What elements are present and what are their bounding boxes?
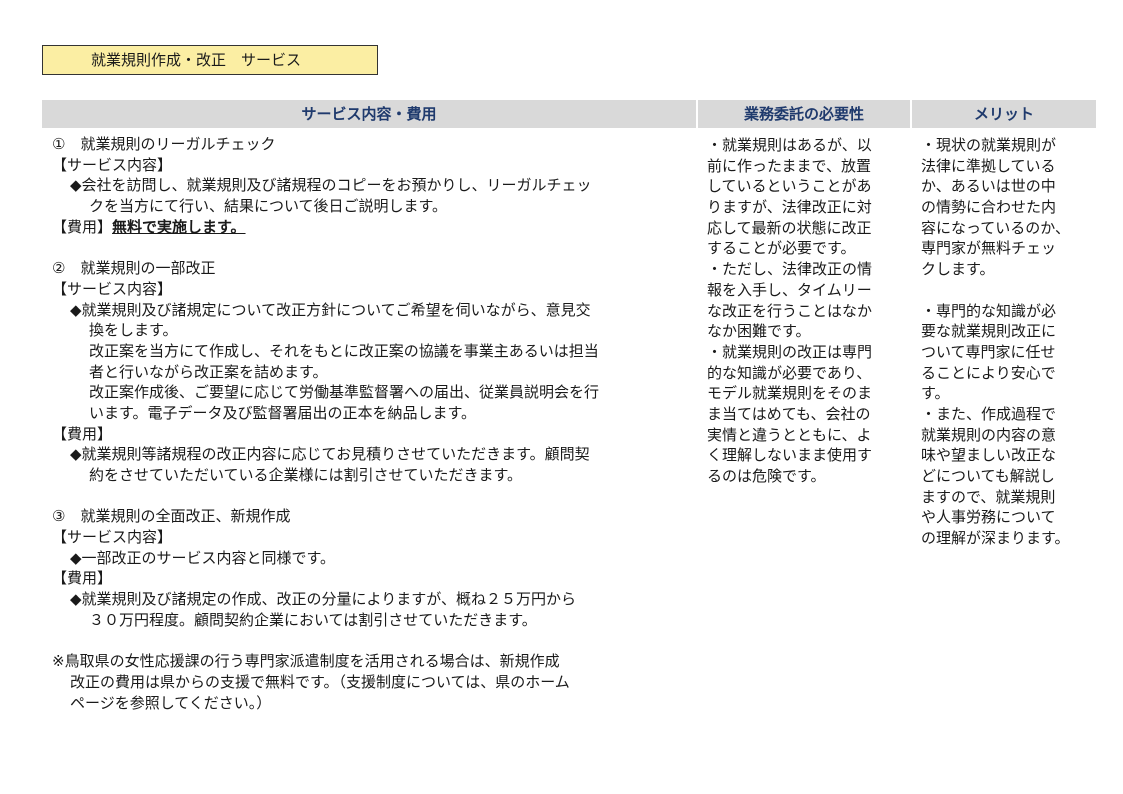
section2-fee-label: 【費用】 [52,424,113,443]
merit-line: す。 [921,384,950,403]
section2-heading: ② 就業規則の一部改正 [52,259,216,278]
section2-content-line: います。電子データ及び監督署届出の正本を納品します。 [89,403,477,422]
necessity-line: 報を入手し、タイムリー [707,280,872,299]
section1-content-label: 【サービス内容】 [52,155,173,174]
note-line: ※鳥取県の女性応援課の行う専門家派遣制度を活用される場合は、新規作成 [52,652,560,671]
merit-line: ることにより安心で [921,363,1056,382]
section3-fee-label: 【費用】 [52,569,113,588]
necessity-line: モデル就業規則をそのま [707,384,873,403]
merit-line: の情勢に合わせた内 [921,198,1057,217]
section2-content-line: 改正案を当方にて作成し、それをもとに改正案の協議を事業主あるいは担当 [89,341,599,360]
section3-content-label: 【サービス内容】 [52,528,173,547]
note-line: 改正の費用は県からの支援で無料です。（支援制度については、県のホーム [70,672,570,691]
section1-fee: 【費用】無料で実施します。 [52,217,692,238]
section2-fee-line: 約をさせていただいている企業様には割引させていただきます。 [89,466,523,484]
necessity-line: 前に作ったままで、放置 [707,156,871,175]
merit-column: ・現状の就業規則が 法律に準拠している か、あるいは世の中 の情勢に合わせた内 … [921,135,1093,549]
section1-content-line: クを当方にて行い、結果について後日ご説明します。 [89,197,448,216]
merit-line: ・専門的な知識が必 [921,301,1057,320]
merit-line: どについても解説し [921,467,1055,485]
section1-heading: ① 就業規則のリーガルチェック [52,135,276,153]
section2-fee-line: ◆就業規則等諸規程の改正内容に応じてお見積りさせていただきます。顧問契 [70,445,590,464]
section2-content-line: ◆就業規則及び諸規定について改正方針についてご希望を伺いながら、意見交 [70,300,591,319]
header-necessity: 業務委託の必要性 [698,100,910,128]
merit-line: の理解が深まります。 [921,529,1070,548]
header-merit: メリット [912,100,1096,128]
merit-line: ついて専門家に任せ [921,342,1056,361]
merit-line: 容になっているのか、 [921,218,1070,237]
section2-content-line: 者と行いながら改正案を詰めます。 [89,362,328,381]
section2-content-line: 改正案作成後、ご要望に応じて労働基準監督署への届出、従業員説明会を行 [89,383,600,402]
necessity-line: ・就業規則はあるが、以 [707,136,872,154]
document-title: 就業規則作成・改正 サービス [42,45,378,75]
necessity-line: しているということがあ [707,177,872,196]
necessity-line: るのは危険です。 [707,467,826,485]
necessity-line: りますが、法律改正に対 [707,198,872,217]
necessity-line: ・就業規則の改正は専門 [707,342,873,361]
necessity-line: 的な知識が必要であり、 [707,363,872,382]
section3-fee-line: ◆就業規則及び諸規定の作成、改正の分量によりますが、概ね２５万円から [70,590,576,609]
necessity-line: 実情と違うとともに、よ [707,425,872,444]
merit-line [921,280,1093,301]
section3-heading: ③ 就業規則の全面改正、新規作成 [52,507,291,526]
merit-line: ・また、作成過程で [921,404,1057,423]
section2-content-label: 【サービス内容】 [52,279,173,298]
merit-line: 味や望ましい改正な [921,446,1057,465]
necessity-line: することが必要です。 [707,239,856,258]
necessity-line: なか困難です。 [707,322,811,341]
merit-line: ・現状の就業規則が [921,136,1057,154]
merit-line: 就業規則の内容の意 [921,425,1057,444]
header-service-content: サービス内容・費用 [42,100,696,128]
necessity-line: な改正を行うことはなか [707,301,873,320]
section2-content-line: 換をします。 [89,321,178,340]
service-column: ① 就業規則のリーガルチェック 【サービス内容】 ◆会社を訪問し、就業規則及び諸… [52,134,692,713]
necessity-line: ま当てはめても、会社の [707,404,871,423]
section1-fee-value: 無料で実施します。 [112,217,246,236]
necessity-line: 応して最新の状態に改正 [707,218,872,237]
merit-line: か、あるいは世の中 [921,177,1056,196]
section1-fee-label: 【費用】 [52,217,113,236]
necessity-column: ・就業規則はあるが、以 前に作ったままで、放置 しているということがあ りますが… [707,135,903,487]
section3-content-line: ◆一部改正のサービス内容と同様です。 [70,548,336,567]
merit-line: 専門家が無料チェッ [921,239,1057,258]
merit-line: 法律に準拠している [921,156,1056,175]
note-line: ページを参照してください。） [70,693,272,712]
merit-line: クします。 [921,260,995,279]
section3-fee-line: ３０万円程度。顧問契約企業においては割引させていただきます。 [89,610,537,629]
merit-line: ますので、就業規則 [921,487,1056,506]
merit-line: や人事労務について [921,508,1056,527]
section1-content-line: ◆会社を訪問し、就業規則及び諸規程のコピーをお預かりし、リーガルチェッ [70,176,592,195]
necessity-line: ・ただし、法律改正の情 [707,260,873,279]
merit-line: 要な就業規則改正に [921,322,1057,341]
necessity-line: く理解しないまま使用す [707,446,873,465]
